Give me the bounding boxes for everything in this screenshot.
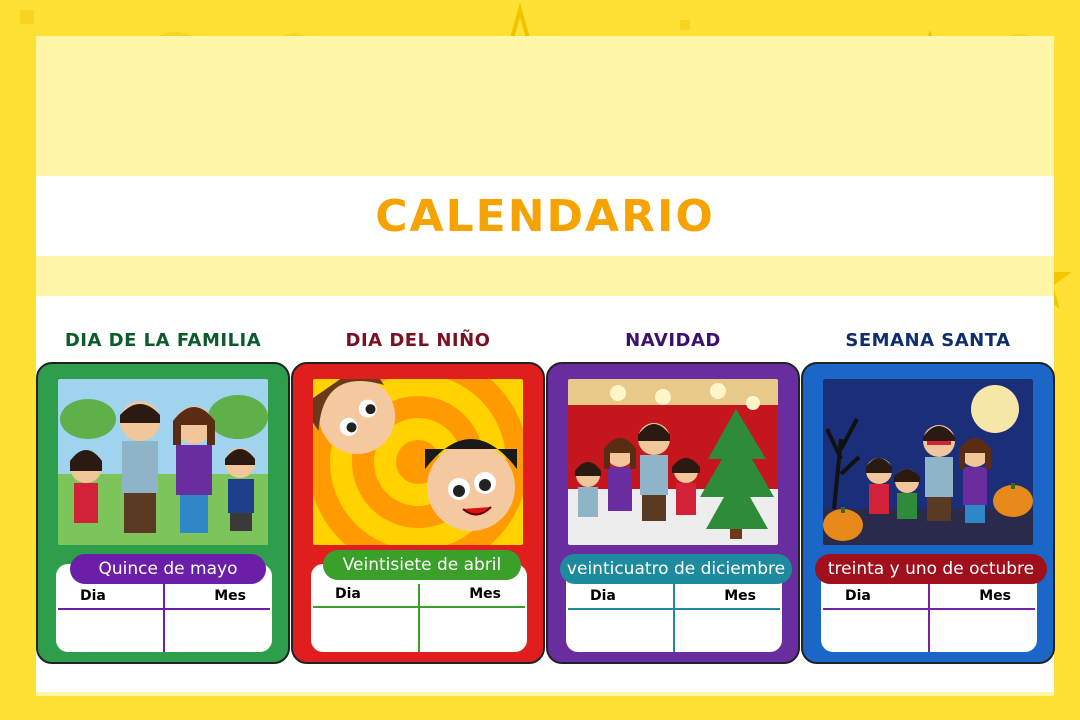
kids-spiral-illustration [313, 379, 523, 545]
mes-label: Mes [979, 588, 1011, 604]
card-semana-santa[interactable]: SEMANA SANTA treinta y uno de octubre Di… [801, 330, 1055, 664]
card-box: veinticuatro de diciembre Dia Mes [546, 362, 800, 664]
card-title: NAVIDAD [625, 330, 721, 351]
card-dia-del-nino[interactable]: DIA DEL NIÑO Veintisiete de abril Dia Me… [291, 330, 545, 664]
month-input-cell[interactable] [421, 612, 525, 650]
date-pill: Veintisiete de abril [323, 550, 521, 580]
dia-label: Dia [335, 586, 361, 602]
dia-label: Dia [845, 588, 871, 604]
day-input-cell[interactable] [568, 612, 672, 650]
mes-label: Mes [724, 588, 756, 604]
card-navidad[interactable]: NAVIDAD veinticuatro de diciembre Dia Me… [546, 330, 800, 664]
christmas-illustration [568, 379, 778, 545]
family-park-illustration [58, 379, 268, 545]
date-pill: Quince de mayo [70, 554, 266, 584]
card-title: DIA DEL NIÑO [345, 330, 491, 351]
column-divider [418, 584, 420, 652]
card-dia-de-la-familia[interactable]: DIA DE LA FAMILIA Quince de mayo Dia Mes [36, 330, 290, 664]
card-box: Quince de mayo Dia Mes [36, 362, 290, 664]
card-box: treinta y uno de octubre Dia Mes [801, 362, 1055, 664]
day-input-cell[interactable] [58, 612, 162, 650]
mes-label: Mes [469, 586, 501, 602]
day-input-cell[interactable] [313, 612, 417, 650]
title-banner: CALENDARIO [36, 176, 1054, 256]
month-input-cell[interactable] [676, 612, 780, 650]
day-input-cell[interactable] [823, 612, 927, 650]
dia-label: Dia [590, 588, 616, 604]
halloween-illustration [823, 379, 1033, 545]
dia-label: Dia [80, 588, 106, 604]
card-title: DIA DE LA FAMILIA [64, 330, 262, 351]
card-title: SEMANA SANTA [845, 330, 1011, 351]
month-input-cell[interactable] [166, 612, 270, 650]
page-title: CALENDARIO [375, 190, 715, 242]
column-divider [928, 584, 930, 652]
month-input-cell[interactable] [931, 612, 1035, 650]
date-pill: veinticuatro de diciembre [560, 554, 792, 584]
mes-label: Mes [214, 588, 246, 604]
column-divider [673, 584, 675, 652]
card-box: Veintisiete de abril Dia Mes [291, 362, 545, 664]
column-divider [163, 584, 165, 652]
date-pill: treinta y uno de octubre [815, 554, 1047, 584]
